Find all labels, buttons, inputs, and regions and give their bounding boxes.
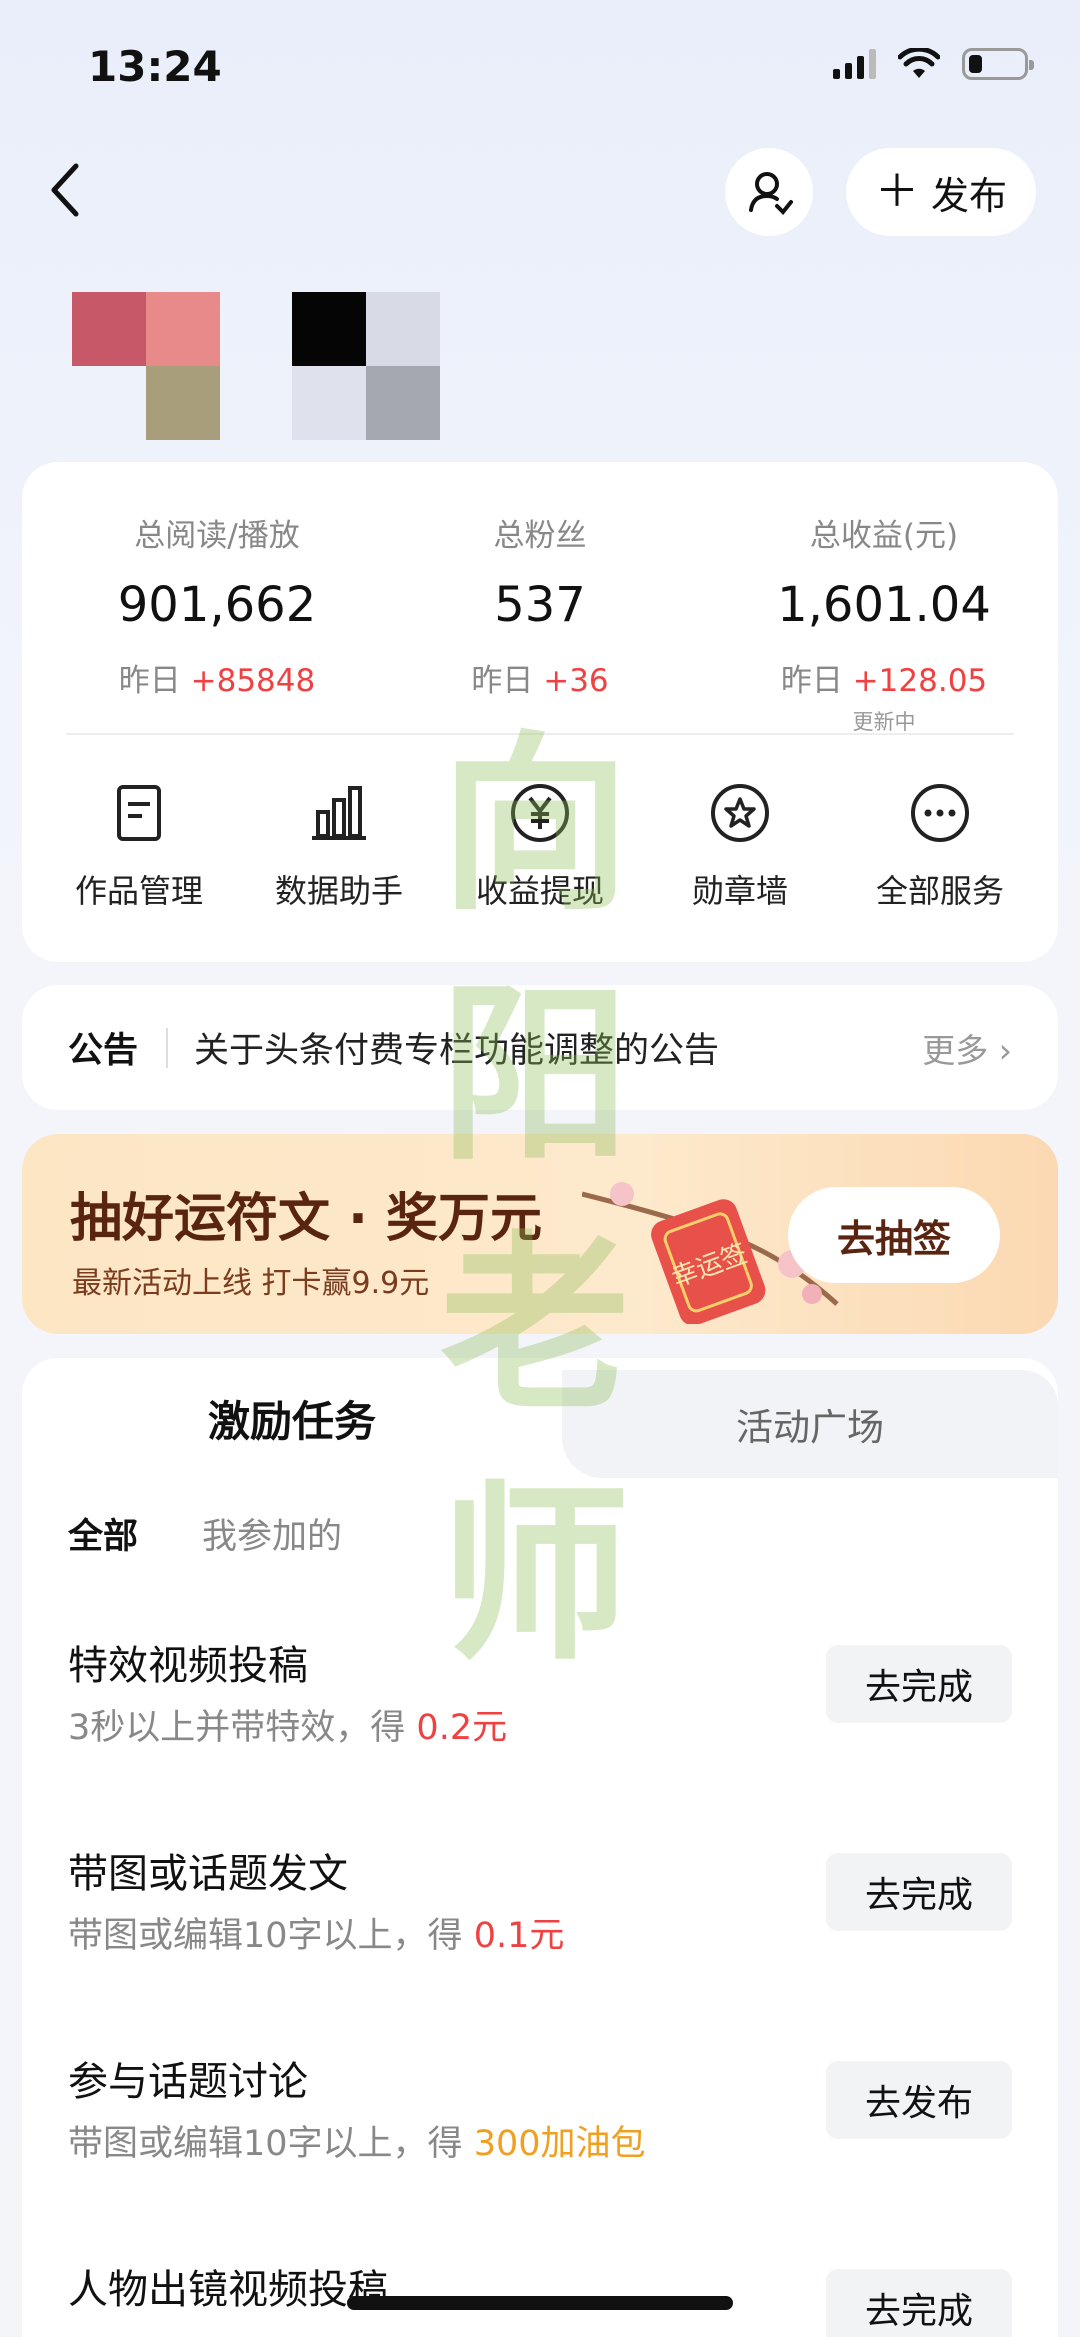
task-title: 人物出镜视频投稿 [68,2267,388,2313]
task-title: 参与话题讨论 [68,2059,308,2105]
publish-button[interactable]: ＋ 发布 [846,148,1036,236]
task-desc: 带图或编辑10字以上，得 0.1元 [68,1916,565,1956]
wifi-icon [898,48,940,78]
stat-delta: 昨日 +85848 [118,663,316,699]
task-reward: 300加油包 [473,2124,646,2164]
task-panel: 激励任务 活动广场 全部 我参加的 特效视频投稿 3秒以上并带特效，得 0.2元… [22,1358,1058,2337]
task-item: 带图或话题发文 带图或编辑10字以上，得 0.1元 去完成 [68,1841,1012,1971]
notice-separator [166,1027,169,1068]
draw-lot-button[interactable]: 去抽签 [788,1187,1000,1283]
publish-label: 发布 [930,173,1007,218]
task-action-button[interactable]: 去完成 [826,1645,1012,1723]
notice-more-link[interactable]: 更多 › [922,1024,1012,1072]
document-icon [117,785,161,841]
service-label: 勋章墙 [691,872,788,910]
bar-chart-icon [312,786,366,840]
service-label: 数据助手 [274,872,403,910]
back-arrow-icon[interactable] [42,160,92,220]
stat-label: 总粉丝 [493,518,587,554]
stat-value: 537 [494,577,586,633]
service-withdraw[interactable]: 收益提现 [440,782,640,912]
stat-reads[interactable]: 总阅读/播放 901,662 昨日 +85848 [67,510,367,700]
service-works-management[interactable]: 作品管理 [39,782,239,912]
service-data-assistant[interactable]: 数据助手 [239,782,439,912]
task-reward: 0.1元 [473,1916,565,1956]
service-medal-wall[interactable]: 勋章墙 [640,782,840,912]
chevron-right-icon: › [998,1030,1012,1070]
stat-delta: 昨日 +36 [471,663,609,699]
task-title: 带图或话题发文 [68,1851,348,1897]
stat-earnings[interactable]: 总收益(元) 1,601.04 昨日 +128.05 更新中 [734,510,1034,736]
service-all[interactable]: 全部服务 [840,782,1040,912]
tab-incentive-tasks[interactable]: 激励任务 [22,1358,562,1478]
banner-subtitle: 最新活动上线 打卡赢9.9元 [72,1266,430,1301]
tab-activity-square[interactable]: 活动广场 [562,1370,1058,1478]
lucky-draw-banner[interactable]: 幸运签 抽好运符文 · 奖万元 最新活动上线 打卡赢9.9元 去抽签 [22,1134,1058,1334]
notice-bar[interactable]: 公告 关于头条付费专栏功能调整的公告 更多 › [22,985,1058,1110]
yen-icon [511,784,569,842]
stat-fans[interactable]: 总粉丝 537 昨日 +36 [390,510,690,700]
more-icon [911,784,969,842]
filter-joined[interactable]: 我参加的 [202,1508,342,1559]
service-label: 收益提现 [475,872,604,910]
divider [66,733,1014,735]
status-time: 13:24 [88,42,222,91]
stats-card: 总阅读/播放 901,662 昨日 +85848 总粉丝 537 昨日 +36 … [22,462,1058,962]
task-action-button[interactable]: 去完成 [826,1853,1012,1931]
stat-delta: 昨日 +128.05 [780,663,988,699]
updating-note: 更新中 [852,710,916,734]
stat-value: 901,662 [117,577,317,633]
task-desc: 带图或编辑10字以上，得 300加油包 [68,2124,646,2164]
user-switch-icon [749,172,793,215]
filter-all[interactable]: 全部 [68,1508,138,1559]
plus-icon: ＋ [874,166,919,217]
task-action-button[interactable]: 去发布 [826,2061,1012,2139]
battery-fill [969,55,982,73]
cellular-signal-icon [833,49,876,79]
task-title: 特效视频投稿 [68,1643,308,1689]
stat-value: 1,601.04 [777,577,991,633]
task-item: 特效视频投稿 3秒以上并带特效，得 0.2元 去完成 [68,1633,1012,1763]
battery-icon [962,48,1034,80]
notice-text[interactable]: 关于头条付费专栏功能调整的公告 [194,1022,922,1073]
task-desc: 3秒以上并带特效，得 0.2元 [68,1708,508,1748]
notice-tag: 公告 [68,1031,139,1071]
status-icons [833,48,1034,80]
stat-label: 总阅读/播放 [134,518,300,554]
account-switch-button[interactable] [725,148,813,236]
stat-label: 总收益(元) [809,518,959,554]
service-label: 作品管理 [74,872,203,910]
home-indicator [347,2296,733,2310]
task-action-button[interactable]: 去完成 [826,2269,1012,2337]
task-reward: 0.2元 [416,1708,508,1748]
medal-icon [711,784,769,842]
banner-title: 抽好运符文 · 奖万元 [70,1189,542,1249]
task-item: 参与话题讨论 带图或编辑10字以上，得 300加油包 去发布 [68,2049,1012,2179]
service-label: 全部服务 [875,872,1004,910]
